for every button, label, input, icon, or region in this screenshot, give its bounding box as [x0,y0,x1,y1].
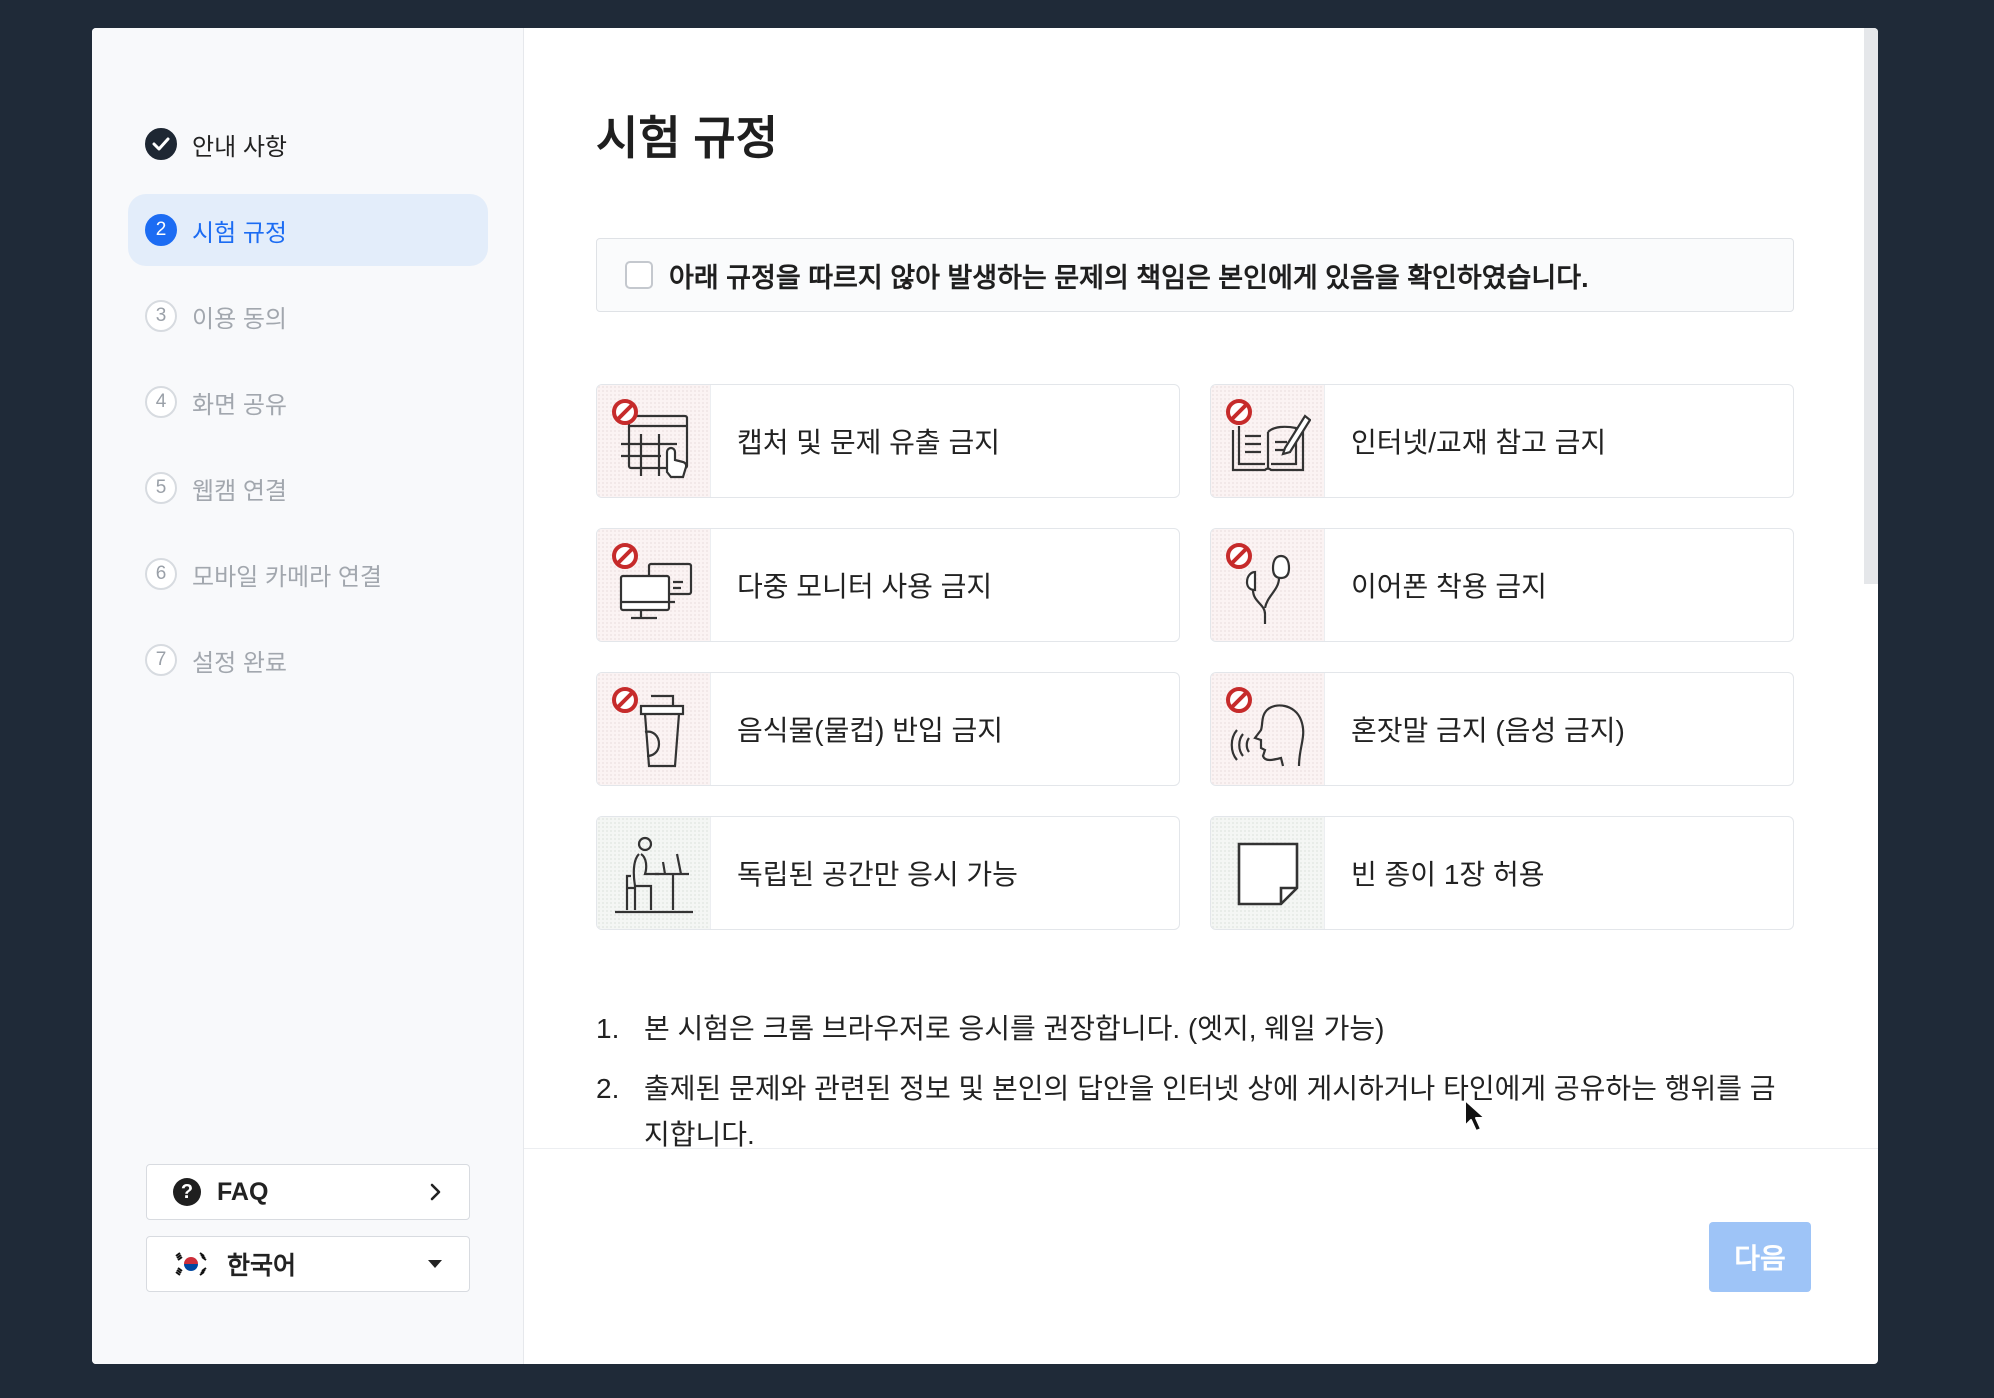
check-icon [145,128,177,160]
page-title: 시험 규정 [596,112,779,164]
rule-card: 이어폰 착용 금지 [1210,528,1794,642]
note-number: 1. [596,1013,620,1044]
rule-card: 인터넷/교재 참고 금지 [1210,384,1794,498]
help-icon: ? [173,1178,201,1206]
step-number: 7 [145,644,177,676]
step-exam-rules[interactable]: 2 시험 규정 [128,194,488,266]
list-item: 2. 출제된 문제와 관련된 정보 및 본인의 답안을 인터넷 상에 게시하거나… [596,1066,1786,1158]
blank-paper-icon [1211,817,1325,929]
rule-label: 독립된 공간만 응시 가능 [737,859,1018,890]
agreement-text: 아래 규정을 따르지 않아 발생하는 문제의 책임은 본인에게 있음을 확인하였… [669,262,1589,293]
agreement-checkbox-row[interactable]: 아래 규정을 따르지 않아 발생하는 문제의 책임은 본인에게 있음을 확인하였… [596,238,1794,312]
step-label: 웹캠 연결 [192,477,287,505]
exam-setup-window: 안내 사항 2 시험 규정 3 이용 동의 4 화면 공유 5 웹캠 연결 6 … [92,28,1878,1364]
rule-card: 캡처 및 문제 유출 금지 [596,384,1180,498]
step-label: 시험 규정 [192,219,287,247]
multi-monitor-icon [597,529,711,641]
rule-label: 이어폰 착용 금지 [1351,571,1547,602]
step-label: 설정 완료 [192,649,287,677]
rule-card: 다중 모니터 사용 금지 [596,528,1180,642]
step-screen-share[interactable]: 4 화면 공유 [128,366,488,438]
rule-card: 독립된 공간만 응시 가능 [596,816,1180,930]
step-notice[interactable]: 안내 사항 [128,108,488,180]
step-number: 4 [145,386,177,418]
step-label: 안내 사항 [192,133,287,161]
rule-card: 빈 종이 1장 허용 [1210,816,1794,930]
scrollbar[interactable] [1864,28,1878,584]
step-mobile-camera[interactable]: 6 모바일 카메라 연결 [128,538,488,610]
step-number: 5 [145,472,177,504]
step-number: 2 [145,214,177,246]
rule-label: 빈 종이 1장 허용 [1351,859,1545,890]
language-label: 한국어 [227,1252,297,1280]
next-button[interactable]: 다음 [1709,1222,1811,1292]
language-select[interactable]: 한국어 [146,1236,470,1292]
book-reference-icon [1211,385,1325,497]
main-content: 시험 규정 아래 규정을 따르지 않아 발생하는 문제의 책임은 본인에게 있음… [524,28,1878,1364]
sidebar: 안내 사항 2 시험 규정 3 이용 동의 4 화면 공유 5 웹캠 연결 6 … [92,28,524,1364]
note-text: 출제된 문제와 관련된 정보 및 본인의 답안을 인터넷 상에 게시하거나 타인… [644,1073,1776,1150]
rule-label: 인터넷/교재 참고 금지 [1351,427,1607,458]
rule-card: 혼잣말 금지 (음성 금지) [1210,672,1794,786]
step-label: 화면 공유 [192,391,287,419]
step-terms-agreement[interactable]: 3 이용 동의 [128,280,488,352]
list-item: 1. 본 시험은 크롬 브라우저로 응시를 권장합니다. (엣지, 웨일 가능) [596,1006,1786,1052]
rule-card: 음식물(물컵) 반입 금지 [596,672,1180,786]
rule-label: 다중 모니터 사용 금지 [737,571,993,602]
rule-label: 음식물(물컵) 반입 금지 [737,715,1004,746]
korea-flag-icon [173,1250,209,1278]
agreement-checkbox[interactable] [625,261,653,289]
footer-divider [524,1148,1878,1149]
mouse-cursor-icon [1464,1099,1486,1132]
person-at-desk-icon [597,817,711,929]
faq-label: FAQ [217,1177,269,1206]
step-number: 6 [145,558,177,590]
rules-grid: 캡처 및 문제 유출 금지 인터넷/교재 참고 금지 다중 모니터 사용 금지 … [596,384,1794,930]
earphone-icon [1211,529,1325,641]
drink-cup-icon [597,673,711,785]
note-text: 본 시험은 크롬 브라우저로 응시를 권장합니다. (엣지, 웨일 가능) [644,1013,1385,1044]
rule-label: 혼잣말 금지 (음성 금지) [1351,715,1625,746]
faq-button[interactable]: ? FAQ [146,1164,470,1220]
note-number: 2. [596,1073,620,1104]
step-list: 안내 사항 2 시험 규정 3 이용 동의 4 화면 공유 5 웹캠 연결 6 … [128,108,488,710]
step-label: 이용 동의 [192,305,287,333]
screen-capture-icon [597,385,711,497]
step-setup-complete[interactable]: 7 설정 완료 [128,624,488,696]
speaking-icon [1211,673,1325,785]
caret-down-icon [428,1260,442,1268]
step-webcam[interactable]: 5 웹캠 연결 [128,452,488,524]
chevron-right-icon [430,1183,441,1201]
step-label: 모바일 카메라 연결 [192,563,382,591]
step-number: 3 [145,300,177,332]
rule-label: 캡처 및 문제 유출 금지 [737,427,1000,458]
